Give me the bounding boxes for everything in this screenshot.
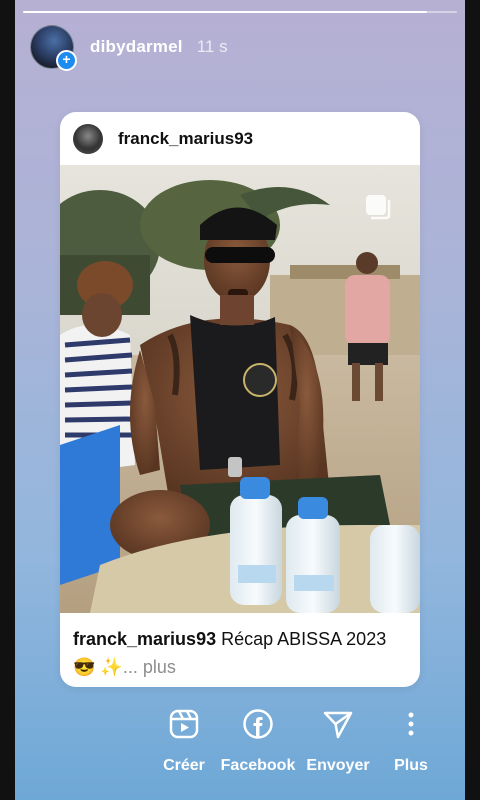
more-button[interactable]: Plus — [366, 700, 456, 775]
story-progress-bar — [23, 11, 457, 13]
story-header: + dibydarmel 11 s — [30, 24, 228, 71]
caption-more-link[interactable]: ... plus — [123, 657, 176, 677]
facebook-button[interactable]: Facebook — [213, 700, 303, 775]
more-vertical-icon — [408, 712, 414, 736]
add-story-badge[interactable]: + — [56, 50, 77, 71]
post-header: franck_marius93 — [60, 112, 420, 165]
facebook-icon — [243, 709, 273, 739]
photo-scene — [60, 165, 420, 613]
more-label: Plus — [394, 757, 428, 774]
shared-post-card[interactable]: franck_marius93 franck_marius93 Récap AB… — [60, 112, 420, 687]
story-username[interactable]: dibydarmel — [90, 37, 183, 57]
story-timestamp: 11 s — [196, 37, 228, 56]
story-avatar[interactable]: + — [30, 25, 77, 71]
caption-username[interactable]: franck_marius93 — [73, 629, 216, 649]
reels-icon — [169, 709, 199, 739]
post-caption: franck_marius93 Récap ABISSA 2023😎 ✨... … — [60, 613, 420, 681]
share-actions-bar: Créer Facebook Envoyer Plus — [0, 700, 480, 790]
carousel-icon — [366, 195, 391, 220]
post-author-name[interactable]: franck_marius93 — [118, 129, 253, 149]
post-author-avatar[interactable] — [73, 123, 103, 154]
story-progress-fill — [23, 11, 427, 13]
facebook-label: Facebook — [220, 757, 296, 774]
story-viewer[interactable]: + dibydarmel 11 s franck_marius93 franck… — [15, 0, 465, 800]
send-icon — [323, 711, 353, 739]
post-photo[interactable] — [60, 165, 420, 613]
